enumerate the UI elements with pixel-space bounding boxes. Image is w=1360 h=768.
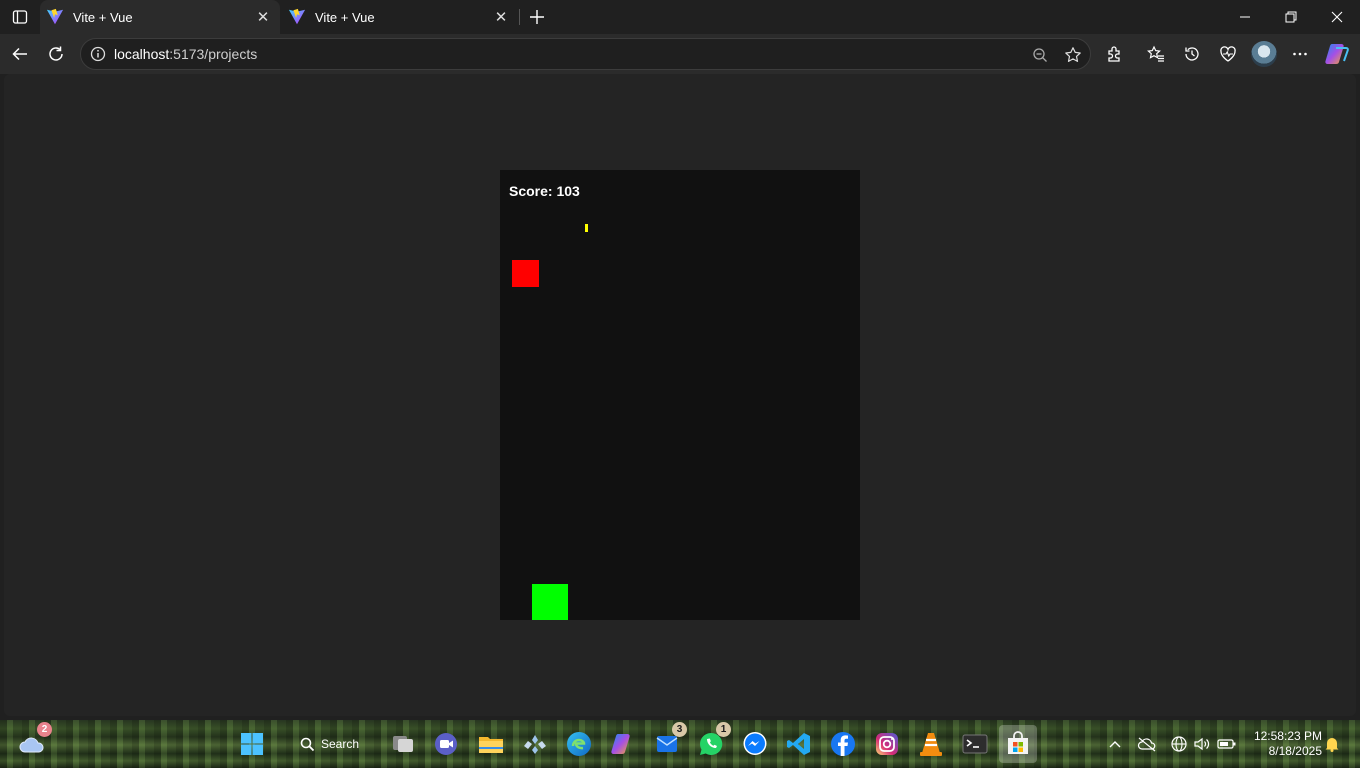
- mail-icon[interactable]: 3: [651, 722, 687, 760]
- url-text: localhost:5173/projects: [114, 46, 257, 62]
- instagram-icon[interactable]: [871, 728, 903, 760]
- score-label: Score: 103: [509, 183, 580, 199]
- page-viewport: Score: 103: [4, 74, 1356, 716]
- restore-icon[interactable]: [1268, 0, 1314, 34]
- clock-date: 8/18/2025: [1268, 744, 1322, 758]
- taskbar-search[interactable]: Search: [290, 729, 386, 759]
- battery-icon[interactable]: [1216, 733, 1238, 755]
- bullet: [585, 224, 588, 232]
- tab-title: Vite + Vue: [315, 9, 375, 25]
- whatsapp-icon[interactable]: 1: [695, 722, 731, 760]
- teams-meet-icon[interactable]: [430, 728, 462, 760]
- site-info-icon[interactable]: [83, 39, 113, 69]
- volume-icon[interactable]: [1191, 733, 1213, 755]
- refresh-icon[interactable]: [41, 40, 71, 68]
- enemy-block: [512, 260, 539, 287]
- vite-icon: [46, 8, 64, 25]
- favorites-icon[interactable]: [1141, 40, 1171, 68]
- copilot-icon[interactable]: [1324, 42, 1350, 66]
- url-path: :5173/projects: [169, 46, 258, 62]
- player-ship: [532, 584, 568, 620]
- notifications-bell-icon[interactable]: [1321, 733, 1343, 755]
- tab-close-icon[interactable]: ✕: [490, 6, 512, 28]
- tab-title: Vite + Vue: [73, 9, 133, 25]
- tab-actions-icon[interactable]: [6, 5, 34, 29]
- browser-essentials-icon[interactable]: [1213, 40, 1243, 68]
- tab-divider: [519, 9, 520, 25]
- windows-taskbar: 2 Search 3 1 12:58:23 PM 8/18/2025: [0, 720, 1360, 768]
- game-canvas[interactable]: Score: 103: [500, 170, 860, 620]
- back-icon[interactable]: [5, 40, 35, 68]
- address-bar[interactable]: localhost:5173/projects: [80, 38, 1091, 70]
- extensions-icon[interactable]: [1100, 40, 1130, 68]
- terminal-icon[interactable]: [959, 728, 991, 760]
- weather-icon[interactable]: 2: [16, 722, 52, 760]
- task-view-icon[interactable]: [387, 728, 419, 760]
- microsoft-store-icon[interactable]: [999, 725, 1037, 763]
- vscode-icon[interactable]: [783, 728, 815, 760]
- whatsapp-badge: 1: [716, 722, 731, 737]
- favorite-star-icon[interactable]: [1061, 43, 1085, 67]
- edge-icon[interactable]: [563, 728, 595, 760]
- system-clock[interactable]: 12:58:23 PM 8/18/2025: [1246, 729, 1322, 759]
- tab-bar: Vite + Vue ✕ Vite + Vue ✕: [0, 0, 1360, 34]
- history-icon[interactable]: [1177, 40, 1207, 68]
- tab-vite-vue-active[interactable]: Vite + Vue ✕: [40, 0, 280, 34]
- vlc-icon[interactable]: [915, 728, 947, 760]
- zoom-out-icon[interactable]: [1028, 43, 1052, 67]
- show-hidden-icons-chevron-icon[interactable]: [1104, 733, 1126, 755]
- tab-close-icon[interactable]: ✕: [252, 6, 274, 28]
- clock-time: 12:58:23 PM: [1253, 729, 1322, 743]
- search-label: Search: [321, 737, 360, 751]
- tab-vite-vue[interactable]: Vite + Vue ✕: [282, 0, 518, 34]
- url-host: localhost: [114, 46, 170, 62]
- facebook-icon[interactable]: [827, 728, 859, 760]
- more-menu-icon[interactable]: [1285, 40, 1315, 68]
- file-explorer-icon[interactable]: [475, 728, 507, 760]
- profile-avatar[interactable]: [1251, 41, 1277, 67]
- onedrive-offline-icon[interactable]: [1136, 733, 1158, 755]
- weather-badge: 2: [37, 722, 52, 737]
- vite-icon: [288, 8, 306, 25]
- browser-toolbar: localhost:5173/projects: [0, 34, 1360, 74]
- search-icon: [300, 737, 315, 751]
- close-window-icon[interactable]: [1314, 0, 1360, 34]
- minimize-icon[interactable]: [1222, 0, 1268, 34]
- copilot-taskbar-icon[interactable]: [607, 728, 639, 760]
- game-controller-icon[interactable]: [519, 728, 551, 760]
- language-globe-icon[interactable]: [1168, 733, 1190, 755]
- new-tab-icon[interactable]: [524, 4, 550, 30]
- mail-badge: 3: [672, 722, 687, 737]
- messenger-icon[interactable]: [739, 728, 771, 760]
- start-windows-icon[interactable]: [236, 728, 268, 760]
